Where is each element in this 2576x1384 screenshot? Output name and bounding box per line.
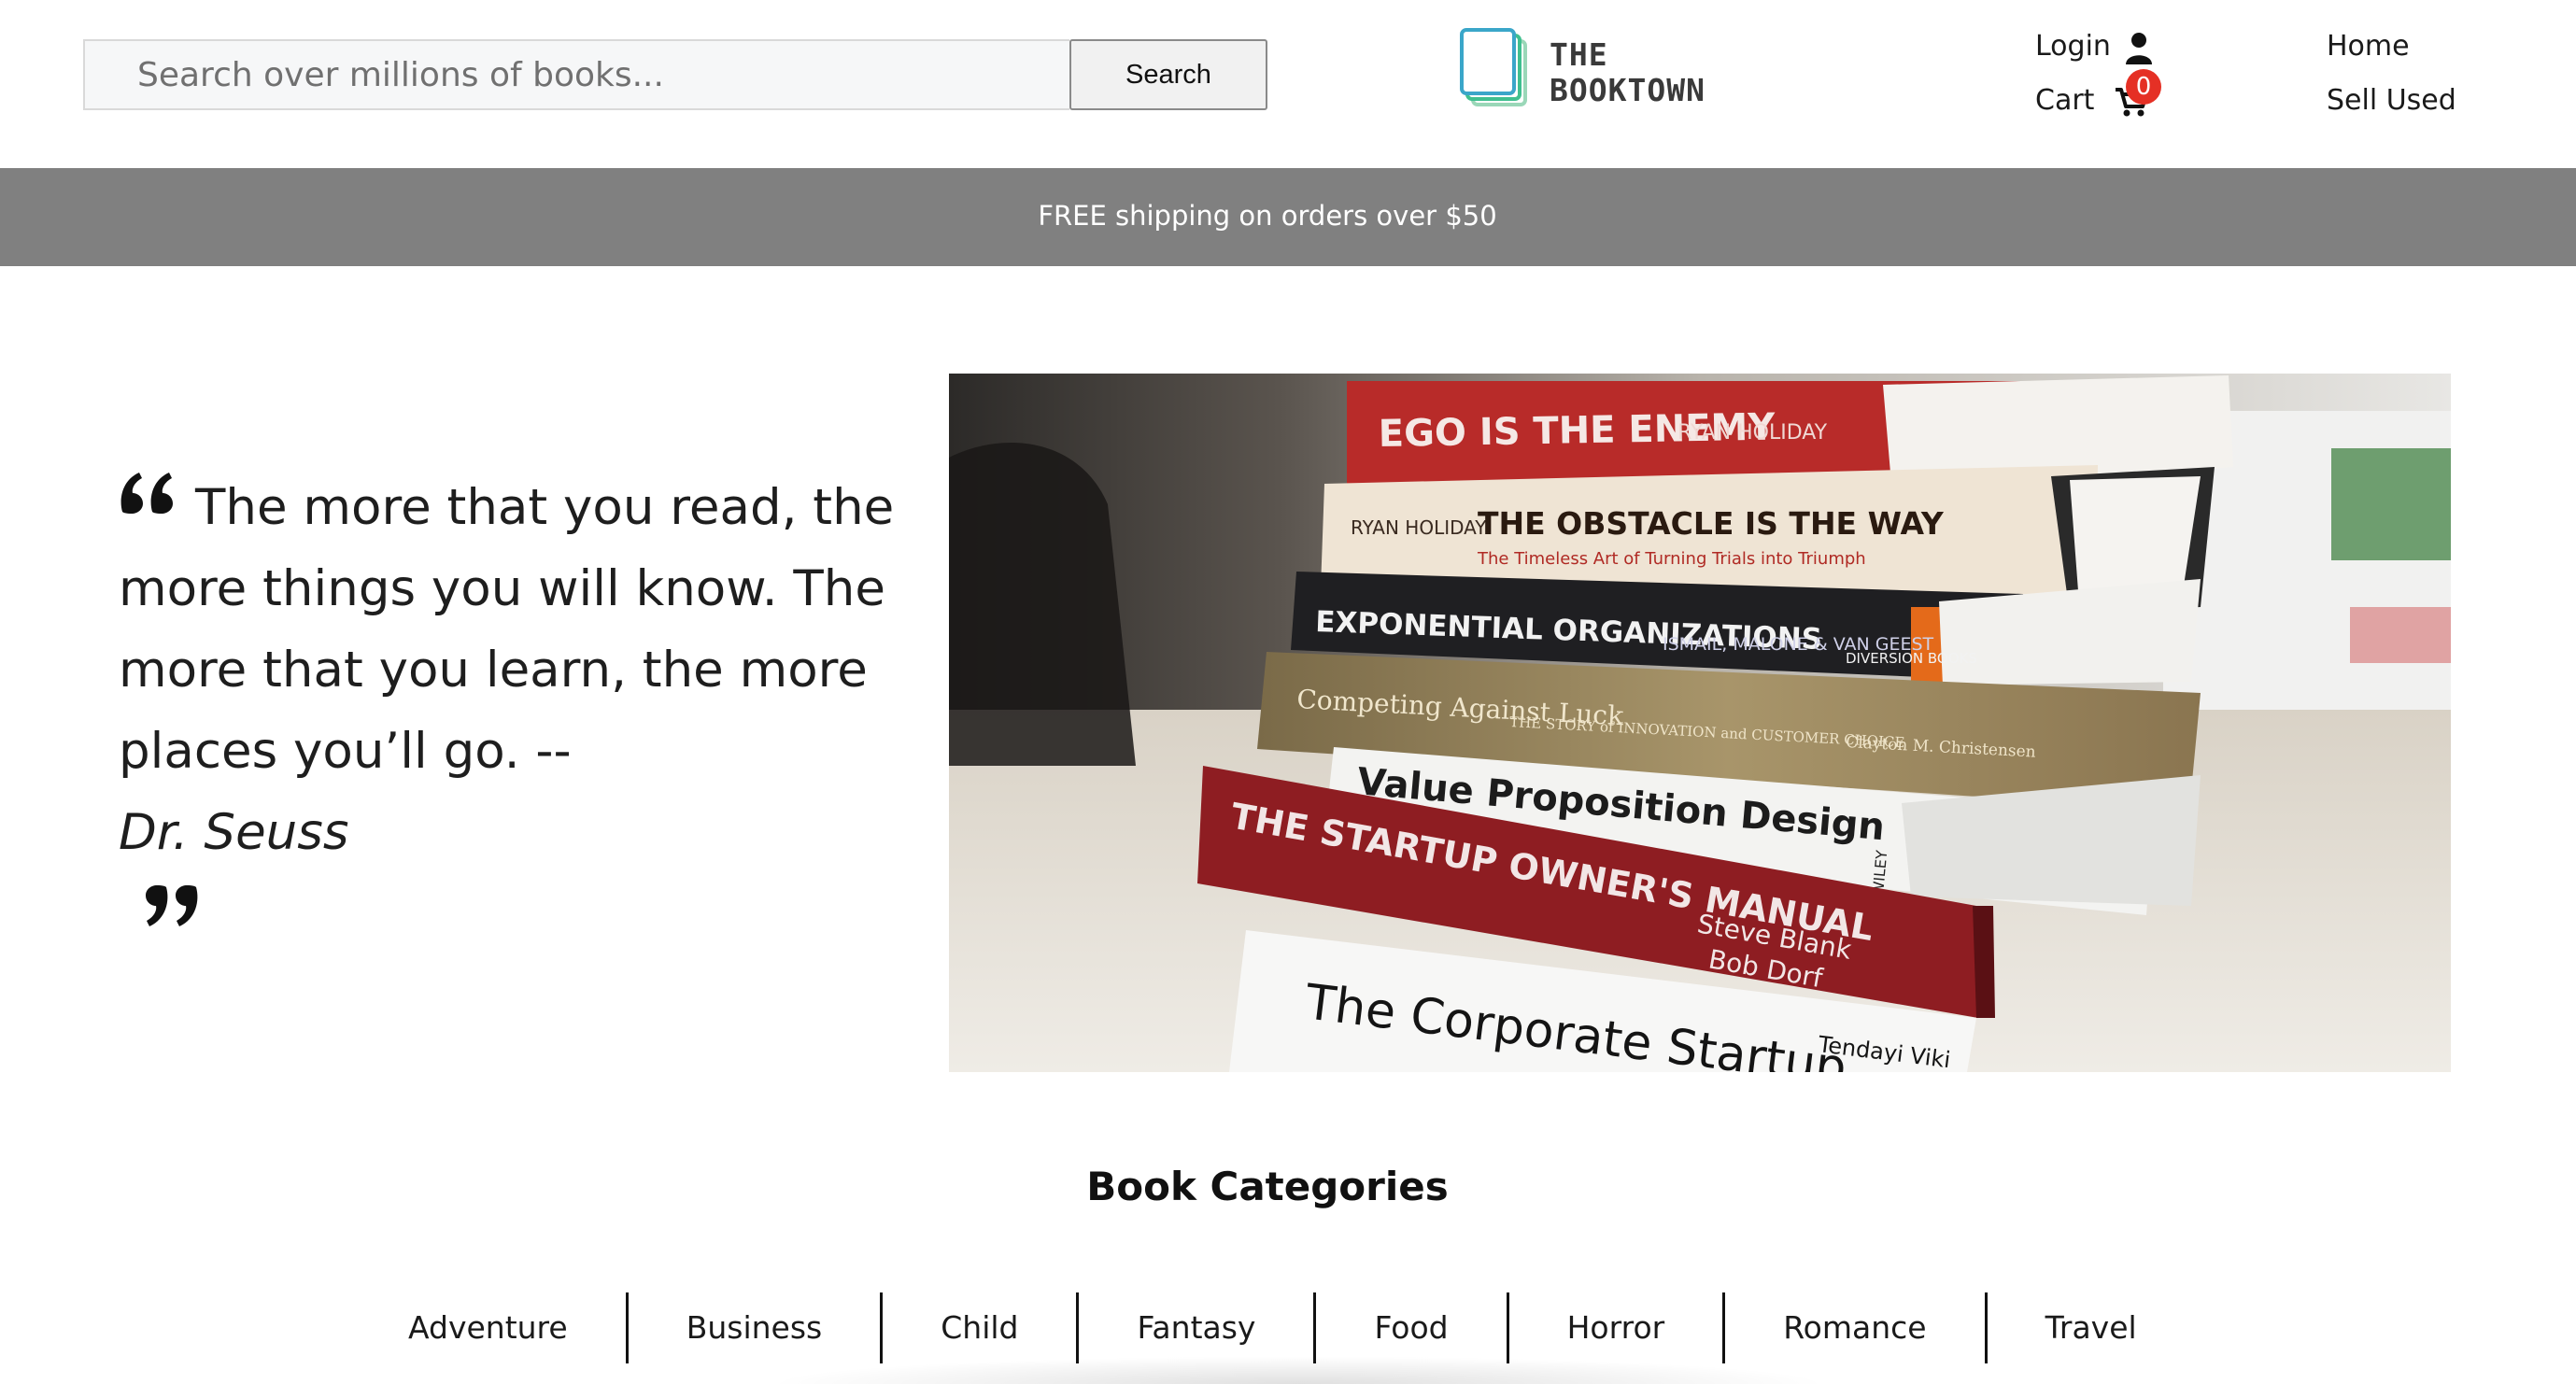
category-child[interactable]: Child	[883, 1292, 1080, 1363]
category-romance[interactable]: Romance	[1725, 1292, 1988, 1363]
logo-line1: THE	[1550, 36, 1608, 73]
category-food[interactable]: Food	[1316, 1292, 1509, 1363]
open-quote-icon	[120, 473, 173, 514]
spine-text: RYAN HOLIDAY	[1677, 421, 1828, 445]
user-icon[interactable]	[2125, 32, 2153, 65]
spine-text: DIVERSION BOOKS	[1846, 650, 1977, 667]
logo-text: THE BOOKTOWN	[1550, 37, 1706, 108]
shipping-banner: FREE shipping on orders over $50	[0, 168, 2576, 266]
logo-line2: BOOKTOWN	[1550, 72, 1706, 108]
quote-author: Dr. Seuss	[119, 804, 349, 861]
search-input[interactable]	[83, 39, 1069, 110]
site-logo[interactable]: THE BOOKTOWN	[1460, 28, 1740, 114]
shipping-banner-text: FREE shipping on orders over $50	[1038, 200, 1497, 232]
quote-block: The more that you read, the more things …	[119, 467, 922, 873]
book-stack-illustration: EGO IS THE ENEMY RYAN HOLIDAY RYAN HOLID…	[949, 374, 2451, 1072]
login-link[interactable]: Login	[2035, 30, 2111, 63]
cart-link[interactable]: Cart	[2035, 84, 2094, 117]
categories-nav: Adventure Business Child Fantasy Food Ho…	[350, 1292, 2195, 1363]
quote-text: The more that you read, the more things …	[119, 479, 895, 780]
book-logo-icon	[1460, 28, 1527, 106]
spine-text: RYAN HOLIDAY	[1351, 516, 1487, 539]
search-button[interactable]: Search	[1069, 39, 1267, 110]
spine-text: THE OBSTACLE IS THE WAY	[1478, 505, 1945, 542]
cart-count-badge: 0	[2126, 69, 2161, 105]
site-header: Search THE BOOKTOWN Login Cart 0 Home Se…	[0, 0, 2576, 168]
category-business[interactable]: Business	[629, 1292, 884, 1363]
spine-text: The Timeless Art of Turning Trials into …	[1477, 549, 1866, 569]
close-quote-icon	[146, 885, 198, 926]
sell-used-link[interactable]: Sell Used	[2327, 84, 2456, 117]
category-horror[interactable]: Horror	[1509, 1292, 1726, 1363]
category-travel[interactable]: Travel	[1988, 1292, 2195, 1363]
home-link[interactable]: Home	[2327, 30, 2410, 63]
hero-image: EGO IS THE ENEMY RYAN HOLIDAY RYAN HOLID…	[949, 374, 2451, 1072]
category-fantasy[interactable]: Fantasy	[1079, 1292, 1317, 1363]
category-adventure[interactable]: Adventure	[350, 1292, 629, 1363]
categories-title: Book Categories	[1086, 1164, 1449, 1209]
